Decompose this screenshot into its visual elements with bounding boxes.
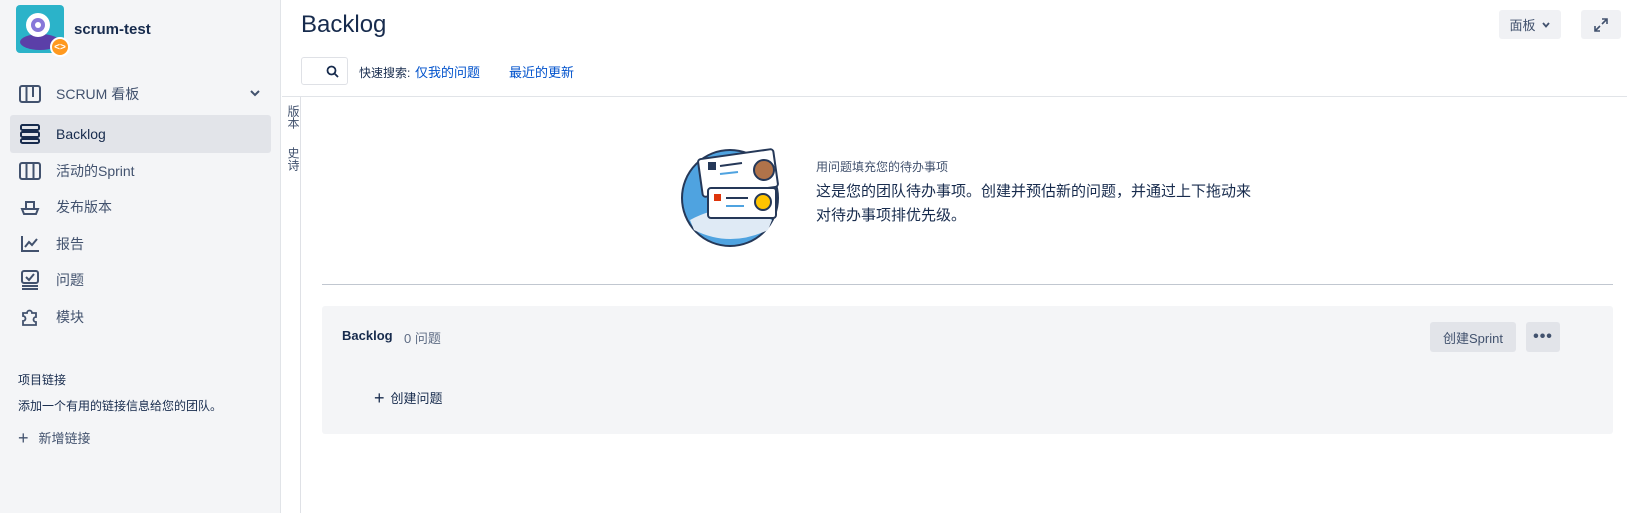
page-title: Backlog bbox=[301, 11, 387, 38]
expand-icon bbox=[1594, 17, 1608, 32]
sidebar-item-label: 发布版本 bbox=[56, 199, 112, 215]
backlog-icon bbox=[18, 122, 42, 146]
sidebar-item-issues[interactable]: 问题 bbox=[10, 261, 271, 299]
create-issue-label: 创建问题 bbox=[390, 391, 443, 406]
empty-state-title: 用问题填充您的待办事项 bbox=[816, 160, 949, 174]
empty-state-text: 这是您的团队待办事项。创建并预估新的问题，并通过上下拖动来对待办事项排优先级。 bbox=[816, 183, 1252, 224]
chevron-down-icon bbox=[1541, 20, 1551, 30]
sidebar-item-releases[interactable]: 发布版本 bbox=[10, 188, 271, 226]
sidebar-item-label: 活动的Sprint bbox=[56, 163, 135, 179]
chevron-down-icon[interactable] bbox=[249, 86, 261, 102]
add-link-label: 新增链接 bbox=[38, 431, 91, 446]
sidebar-item-components[interactable]: 模块 bbox=[10, 298, 271, 336]
columns-icon bbox=[18, 159, 42, 183]
tab-versions[interactable]: 版本 bbox=[285, 105, 302, 129]
sidebar-item-scrum-board[interactable]: SCRUM 看板 bbox=[10, 75, 271, 113]
sidebar-item-label: SCRUM 看板 bbox=[56, 86, 140, 102]
side-rail: 版本 史诗 bbox=[282, 97, 301, 513]
issues-icon bbox=[18, 268, 42, 292]
board-icon bbox=[18, 82, 42, 106]
main-content: Backlog 面板 快速搜索: 仅我的问题 最近的更新 版本 史诗 用问题填充… bbox=[282, 0, 1627, 513]
quick-filter-my-issues[interactable]: 仅我的问题 bbox=[415, 62, 480, 81]
chart-icon bbox=[18, 232, 42, 256]
sidebar-item-label: 报告 bbox=[56, 236, 84, 252]
plus-icon: + bbox=[18, 427, 29, 448]
board-dropdown-button[interactable]: 面板 bbox=[1499, 10, 1561, 39]
create-issue-button[interactable]: + 创建问题 bbox=[374, 388, 443, 407]
quick-filter-recent-updates[interactable]: 最近的更新 bbox=[509, 62, 574, 81]
project-links-title: 项目链接 bbox=[18, 373, 67, 387]
code-icon: <> bbox=[50, 37, 70, 57]
section-divider bbox=[322, 284, 1613, 285]
fullscreen-button[interactable] bbox=[1581, 10, 1621, 39]
empty-backlog-illustration bbox=[680, 148, 782, 250]
project-name: scrum-test bbox=[74, 20, 151, 38]
tab-epics[interactable]: 史诗 bbox=[285, 147, 302, 171]
sidebar: <> scrum-test SCRUM 看板 Backlog 活动的Sprint… bbox=[0, 0, 281, 513]
sidebar-item-reports[interactable]: 报告 bbox=[10, 225, 271, 263]
ship-icon bbox=[18, 195, 42, 219]
plus-icon: + bbox=[374, 387, 385, 408]
header-divider bbox=[282, 96, 1627, 97]
add-link-button[interactable]: + 新增链接 bbox=[18, 428, 91, 447]
backlog-issue-count: 0 问题 bbox=[404, 331, 441, 346]
quick-search-label: 快速搜索: bbox=[359, 66, 411, 80]
sidebar-item-active-sprint[interactable]: 活动的Sprint bbox=[10, 152, 271, 190]
sidebar-item-label: 模块 bbox=[56, 309, 84, 325]
more-options-button[interactable]: ••• bbox=[1526, 322, 1560, 352]
project-links-description: 添加一个有用的链接信息给您的团队。 bbox=[18, 399, 223, 413]
puzzle-icon bbox=[18, 305, 42, 329]
create-sprint-button[interactable]: 创建Sprint bbox=[1430, 322, 1516, 352]
sidebar-item-label: Backlog bbox=[56, 126, 106, 142]
sidebar-item-label: 问题 bbox=[56, 272, 84, 288]
search-icon bbox=[326, 65, 339, 78]
more-icon: ••• bbox=[1533, 328, 1553, 345]
search-input[interactable] bbox=[301, 57, 348, 85]
project-avatar: <> bbox=[16, 5, 70, 57]
sidebar-item-backlog[interactable]: Backlog bbox=[10, 115, 271, 153]
backlog-title: Backlog bbox=[342, 328, 393, 343]
backlog-container: Backlog 0 问题 创建Sprint ••• + 创建问题 bbox=[322, 306, 1613, 434]
project-header[interactable]: <> scrum-test bbox=[16, 4, 151, 57]
board-button-label: 面板 bbox=[1509, 18, 1536, 33]
